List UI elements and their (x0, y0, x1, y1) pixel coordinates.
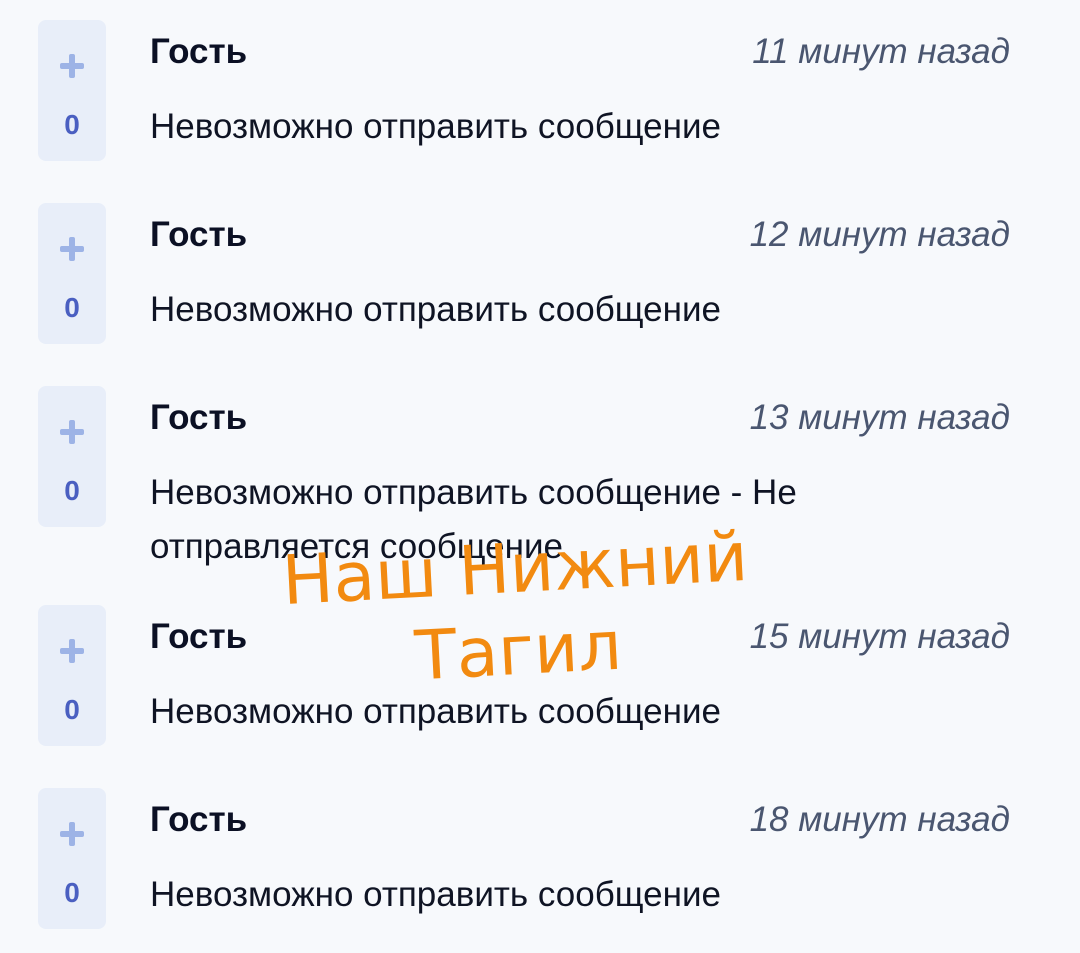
comment-text: Невозможно отправить сообщение - Не отпр… (150, 473, 797, 566)
plus-icon[interactable] (58, 235, 86, 263)
comment-author[interactable]: Гость (150, 30, 247, 74)
comment-time: 12 минут назад (749, 215, 1010, 254)
plus-icon[interactable] (58, 820, 86, 848)
vote-box: 0 (38, 20, 106, 161)
comment-author[interactable]: Гость (150, 615, 247, 659)
comment-time: 18 минут назад (749, 800, 1010, 839)
vote-box: 0 (38, 386, 106, 527)
vote-count: 0 (64, 109, 80, 140)
plus-icon[interactable] (58, 52, 86, 80)
vote-count: 0 (64, 292, 80, 323)
comment-author[interactable]: Гость (150, 213, 247, 257)
vote-box: 0 (38, 203, 106, 344)
vote-box: 0 (38, 605, 106, 746)
comment-time: 11 минут назад (752, 32, 1010, 71)
comment-text: Невозможно отправить сообщение (150, 692, 721, 731)
vote-count: 0 (64, 475, 80, 506)
plus-icon[interactable] (58, 637, 86, 665)
watermark-line-2: Тагил (413, 606, 624, 697)
comment-text: Невозможно отправить сообщение (150, 290, 721, 329)
comment-text: Невозможно отправить сообщение (150, 107, 721, 146)
vote-count: 0 (64, 694, 80, 725)
comments-page: 0 Гость 11 минут назад Невозможно отправ… (0, 0, 1080, 953)
comment-author[interactable]: Гость (150, 798, 247, 842)
comment-text: Невозможно отправить сообщение (150, 875, 721, 914)
comment-author[interactable]: Гость (150, 396, 247, 440)
comment-time: 15 минут назад (749, 617, 1010, 656)
vote-box: 0 (38, 788, 106, 929)
vote-count: 0 (64, 877, 80, 908)
comment-time: 13 минут назад (749, 398, 1010, 437)
plus-icon[interactable] (58, 418, 86, 446)
